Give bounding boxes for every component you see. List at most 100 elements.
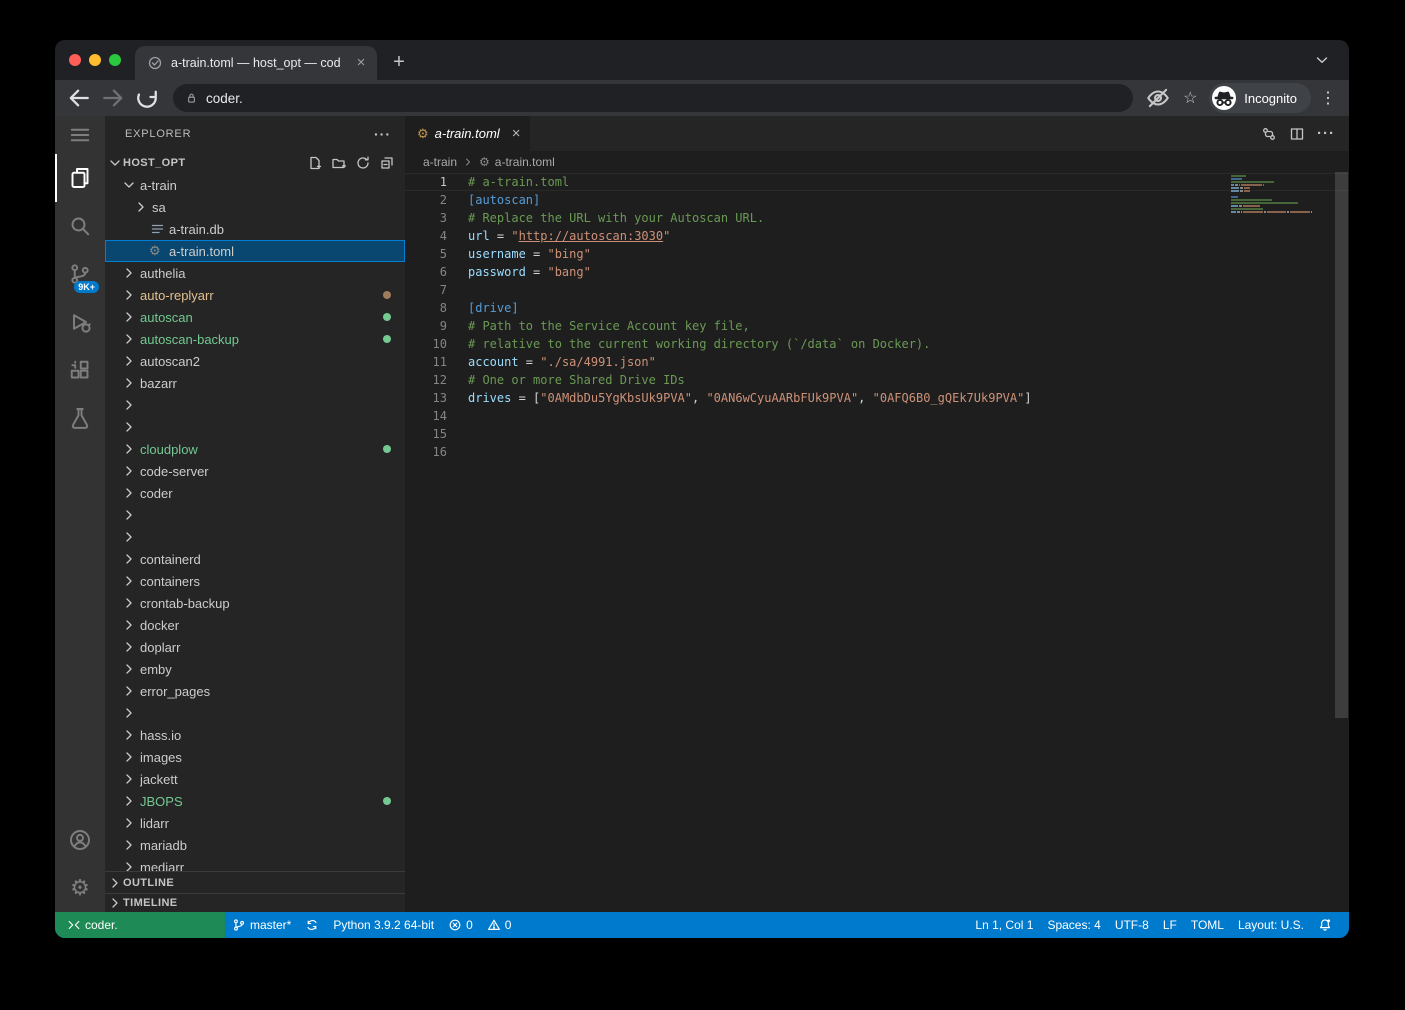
collapse-folders-icon[interactable] <box>379 155 395 171</box>
run-debug-activity-icon[interactable] <box>55 298 105 346</box>
status-item-toml[interactable]: TOML <box>1184 912 1231 938</box>
explorer-more-icon[interactable]: ··· <box>374 126 391 142</box>
status-item-sync[interactable] <box>298 912 326 938</box>
tree-item-crontab-backup[interactable]: crontab-backup <box>105 592 405 614</box>
open-changes-icon[interactable] <box>1261 126 1277 142</box>
editor-tab[interactable]: ⚙ a-train.toml × <box>405 116 530 151</box>
tree-item-docker[interactable]: docker <box>105 614 405 636</box>
tree-item-hass.io[interactable]: hass.io <box>105 724 405 746</box>
status-item-ln-1-col-1[interactable]: Ln 1, Col 1 <box>968 912 1040 938</box>
status-item-spaces-4[interactable]: Spaces: 4 <box>1040 912 1107 938</box>
chevron-right-icon <box>121 639 137 655</box>
line-number: 13 <box>405 389 447 407</box>
folder-section-header[interactable]: HOST_OPT <box>105 152 405 174</box>
source-control-activity-icon[interactable]: 9K+ <box>55 250 105 298</box>
browser-tab[interactable]: a-train.toml — host_opt — cod × <box>135 46 377 80</box>
tree-item-autoscan2[interactable]: autoscan2 <box>105 350 405 372</box>
tree-item-label: code-server <box>140 464 395 479</box>
status-item-warning[interactable]: 0 <box>480 912 519 938</box>
editor-more-icon[interactable]: ··· <box>1317 125 1335 142</box>
status-item-branch[interactable]: master* <box>225 912 298 938</box>
code-line: 7 <box>405 281 1349 299</box>
reload-icon[interactable] <box>133 84 161 112</box>
new-tab-button[interactable]: + <box>385 49 413 77</box>
tree-item-error_pages[interactable]: error_pages <box>105 680 405 702</box>
refresh-explorer-icon[interactable] <box>355 155 371 171</box>
tree-item-blank[interactable] <box>105 416 405 438</box>
tab-title: a-train.toml — host_opt — cod <box>171 56 347 70</box>
status-item-remote[interactable]: coder. <box>55 912 225 938</box>
tree-item-containerd[interactable]: containerd <box>105 548 405 570</box>
tree-item-cloudplow[interactable]: cloudplow <box>105 438 405 460</box>
status-item-lf[interactable]: LF <box>1156 912 1184 938</box>
tree-item-code-server[interactable]: code-server <box>105 460 405 482</box>
tree-item-bazarr[interactable]: bazarr <box>105 372 405 394</box>
tree-item-sa[interactable]: sa <box>105 196 405 218</box>
hamburger-menu-icon[interactable] <box>55 116 105 154</box>
tree-item-blank[interactable] <box>105 504 405 526</box>
tree-item-mariadb[interactable]: mariadb <box>105 834 405 856</box>
split-editor-icon[interactable] <box>1289 126 1305 142</box>
close-window-button[interactable] <box>69 54 81 66</box>
breadcrumb-folder[interactable]: a-train <box>423 155 457 169</box>
tree-item-authelia[interactable]: authelia <box>105 262 405 284</box>
editor-tab-close-icon[interactable]: × <box>512 125 521 142</box>
tree-item-autoscan[interactable]: autoscan <box>105 306 405 328</box>
browser-menu-icon[interactable]: ⋮ <box>1317 85 1339 111</box>
bookmark-star-icon[interactable]: ☆ <box>1177 85 1203 111</box>
status-item-layout-u-s-[interactable]: Layout: U.S. <box>1231 912 1311 938</box>
status-item-bell[interactable] <box>1311 912 1339 938</box>
test-beaker-activity-icon[interactable] <box>55 394 105 442</box>
tree-item-blank[interactable] <box>105 526 405 548</box>
new-folder-icon[interactable] <box>331 155 347 171</box>
zoom-window-button[interactable] <box>109 54 121 66</box>
tree-item-coder[interactable]: coder <box>105 482 405 504</box>
status-item-error[interactable]: 0 <box>441 912 480 938</box>
tree-item-lidarr[interactable]: lidarr <box>105 812 405 834</box>
tab-close-icon[interactable]: × <box>353 55 369 71</box>
tree-item-auto-replyarr[interactable]: auto-replyarr <box>105 284 405 306</box>
address-bar[interactable]: coder. <box>173 84 1133 112</box>
code-line: 3# Replace the URL with your Autoscan UR… <box>405 209 1349 227</box>
tree-item-jackett[interactable]: jackett <box>105 768 405 790</box>
tree-item-a-train.toml[interactable]: ⚙a-train.toml <box>105 240 405 262</box>
tree-item-emby[interactable]: emby <box>105 658 405 680</box>
chevron-right-icon <box>121 771 137 787</box>
tree-item-blank[interactable] <box>105 394 405 416</box>
code-area[interactable]: 1# a-train.toml2[autoscan]3# Replace the… <box>405 173 1349 912</box>
settings-gear-icon[interactable]: ⚙ <box>55 864 105 912</box>
search-activity-icon[interactable] <box>55 202 105 250</box>
forward-icon[interactable] <box>99 84 127 112</box>
code-line: 6password = "bang" <box>405 263 1349 281</box>
status-item-utf-8[interactable]: UTF-8 <box>1108 912 1156 938</box>
tree-item-JBOPS[interactable]: JBOPS <box>105 790 405 812</box>
account-icon[interactable] <box>55 816 105 864</box>
minimap[interactable] <box>1231 175 1313 223</box>
breadcrumb[interactable]: a-train ⚙ a-train.toml <box>405 151 1349 173</box>
tree-item-a-train.db[interactable]: a-train.db <box>105 218 405 240</box>
tab-search-chevron-icon[interactable] <box>1313 51 1331 69</box>
tree-item-doplarr[interactable]: doplarr <box>105 636 405 658</box>
tree-item-autoscan-backup[interactable]: autoscan-backup <box>105 328 405 350</box>
status-item-label: LF <box>1163 918 1177 932</box>
browser-tabstrip: a-train.toml — host_opt — cod × + <box>55 40 1349 80</box>
tree-item-containers[interactable]: containers <box>105 570 405 592</box>
breadcrumb-file[interactable]: a-train.toml <box>495 155 555 169</box>
status-item-python-3-9-2-64-bit[interactable]: Python 3.9.2 64-bit <box>326 912 441 938</box>
extensions-activity-icon[interactable] <box>55 346 105 394</box>
code-line: 11account = "./sa/4991.json" <box>405 353 1349 371</box>
tree-item-blank[interactable] <box>105 702 405 724</box>
tree-item-images[interactable]: images <box>105 746 405 768</box>
eye-off-icon[interactable] <box>1145 85 1171 111</box>
status-bar: coder.master*Python 3.9.2 64-bit00 Ln 1,… <box>55 912 1349 938</box>
timeline-section[interactable]: TIMELINE <box>105 893 405 912</box>
status-item-label: UTF-8 <box>1115 918 1149 932</box>
explorer-activity-icon[interactable] <box>55 154 105 202</box>
editor-scrollbar[interactable] <box>1335 172 1348 718</box>
outline-section[interactable]: OUTLINE <box>105 871 405 893</box>
back-icon[interactable] <box>65 84 93 112</box>
tree-item-a-train[interactable]: a-train <box>105 174 405 196</box>
tree-item-mediarr[interactable]: mediarr <box>105 856 405 871</box>
minimize-window-button[interactable] <box>89 54 101 66</box>
new-file-icon[interactable] <box>307 155 323 171</box>
